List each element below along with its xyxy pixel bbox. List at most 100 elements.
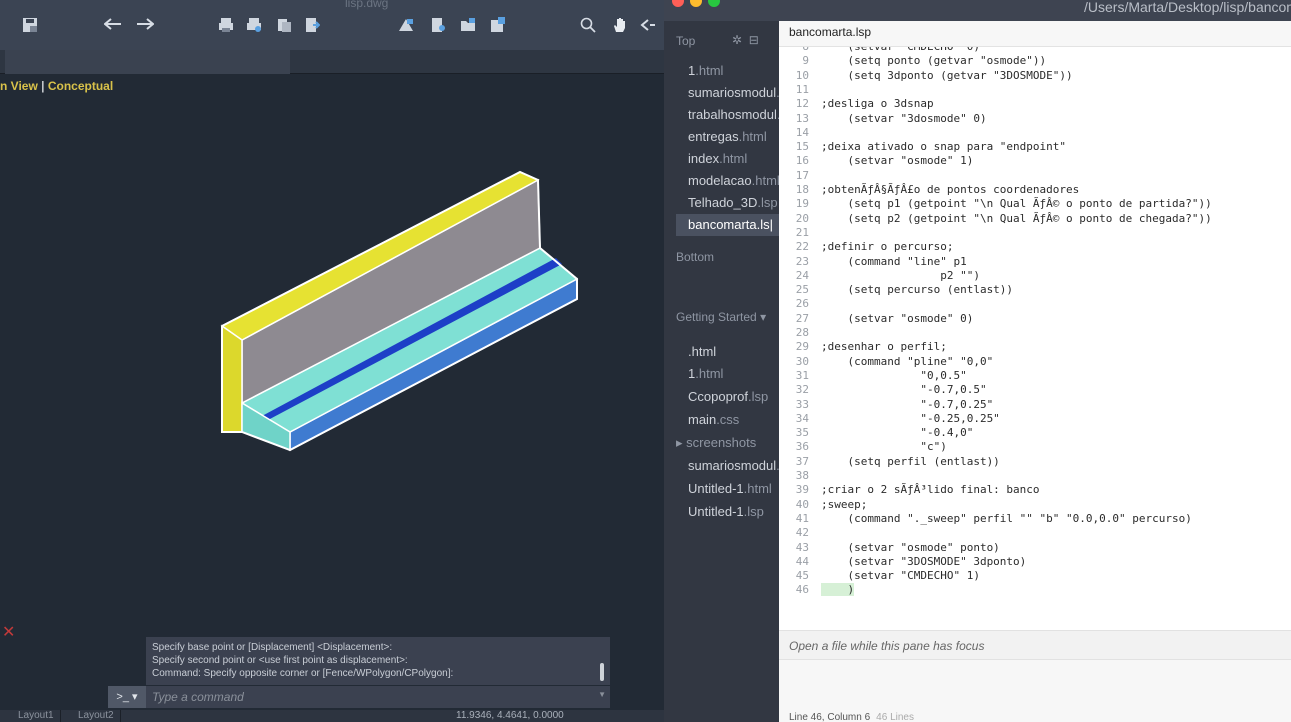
code-text: ;definir o percurso; xyxy=(821,240,954,254)
code-line[interactable]: 33 "-0.7,0.25" xyxy=(779,398,1291,411)
line-number: 34 xyxy=(795,411,809,425)
sidebar-item-file[interactable]: Telhado_3D.lsp xyxy=(688,195,779,210)
code-line[interactable]: 27 (setvar "osmode" 0) xyxy=(779,312,1291,325)
gear-icon[interactable]: ✲ xyxy=(732,33,742,47)
line-number: 39 xyxy=(795,483,809,497)
code-line[interactable]: 14 xyxy=(779,126,1291,139)
code-line[interactable]: 21 xyxy=(779,226,1291,239)
cursor-position[interactable]: Line 46, Column 6 xyxy=(789,712,870,722)
model-viewport[interactable]: n View | Conceptual ✕ xyxy=(0,74,664,700)
sidebar-folder[interactable]: ▸ screenshots xyxy=(676,435,767,451)
sidebar-item-file[interactable]: 1.html xyxy=(688,63,779,78)
pan-icon[interactable] xyxy=(612,17,628,35)
code-line[interactable]: 40 ;sweep; xyxy=(779,498,1291,511)
undo-icon[interactable] xyxy=(103,17,122,35)
line-number: 22 xyxy=(795,240,809,254)
code-line[interactable]: 23 (command "line" p1 xyxy=(779,255,1291,268)
code-line[interactable]: 10 (setq 3dponto (getvar "3DOSMODE")) xyxy=(779,69,1291,82)
sidebar-item-file[interactable]: 1.html xyxy=(688,366,779,381)
code-line[interactable]: 16 (setvar "osmode" 1) xyxy=(779,154,1291,167)
sidebar-item-file[interactable]: Untitled-1.lsp xyxy=(688,504,779,519)
code-line[interactable]: 46 ) xyxy=(779,583,1291,597)
bench-3d-model[interactable] xyxy=(0,74,664,700)
code-line[interactable]: 11 xyxy=(779,83,1291,96)
code-line[interactable]: 32 "-0.7,0.5" xyxy=(779,383,1291,396)
save-icon[interactable] xyxy=(22,17,38,35)
orbit-icon[interactable] xyxy=(640,17,656,35)
wall-end-face xyxy=(221,324,243,433)
code-line[interactable]: 45 (setvar "CMDECHO" 1) xyxy=(779,569,1291,582)
search-icon[interactable] xyxy=(580,17,596,35)
command-line: >_ ▾ ▼ xyxy=(108,686,610,708)
command-history: Specify base point or [Displacement] <Di… xyxy=(146,637,610,685)
code-line[interactable]: 42 xyxy=(779,526,1291,539)
code-line[interactable]: 29 ;desenhar o perfil; xyxy=(779,340,1291,353)
code-text: (setvar "CMDECHO" 0) xyxy=(821,47,979,53)
code-line[interactable]: 37 (setq perfil (entlast)) xyxy=(779,455,1291,468)
code-line[interactable]: 43 (setvar "osmode" ponto) xyxy=(779,541,1291,554)
code-line[interactable]: 26 xyxy=(779,297,1291,310)
code-line[interactable]: 19 (setq p1 (getpoint "\n Qual ÃƒÂ© o po… xyxy=(779,197,1291,210)
command-prompt-button[interactable]: >_ ▾ xyxy=(108,686,146,708)
drawing-tab[interactable] xyxy=(5,50,290,74)
code-line[interactable]: 28 xyxy=(779,326,1291,339)
tab-bancomarta-lsp[interactable]: bancomarta.lsp xyxy=(789,25,871,39)
command-history-scrollbar[interactable] xyxy=(600,663,604,681)
layout-tab[interactable]: Layout1 xyxy=(12,710,61,722)
export-icon[interactable] xyxy=(304,17,321,35)
getting-started-label: Getting Started xyxy=(676,310,757,324)
plot-icon[interactable] xyxy=(218,17,234,35)
code-line[interactable]: 20 (setq p2 (getpoint "\n Qual ÃƒÂ© o po… xyxy=(779,212,1291,225)
code-line[interactable]: 39 ;criar o 2 sÃƒÂ³lido final: banco xyxy=(779,483,1291,496)
layout-tab[interactable]: Layout2 xyxy=(72,710,121,722)
code-line[interactable]: 30 (command "pline" "0,0" xyxy=(779,355,1291,368)
code-line[interactable]: 25 (setq percurso (entlast)) xyxy=(779,283,1291,296)
sidebar-item-file[interactable]: modelacao.html xyxy=(688,173,779,188)
command-dropdown-icon[interactable]: ▼ xyxy=(598,690,606,699)
sidebar-item-file[interactable]: trabalhosmodul. xyxy=(688,107,779,122)
sidebar-header-getting-started[interactable]: Getting Started ▾ xyxy=(676,310,766,324)
code-line[interactable]: 41 (command "._sweep" perfil "" "b" "0.0… xyxy=(779,512,1291,525)
code-line[interactable]: 12 ;desliga o 3dsnap xyxy=(779,97,1291,110)
code-line[interactable]: 18 ;obtenÃƒÂ§ÃƒÂ£o de pontos coordenadore… xyxy=(779,183,1291,196)
save-as-icon[interactable] xyxy=(490,17,506,35)
code-line[interactable]: 15 ;deixa ativado o snap para "endpoint" xyxy=(779,140,1291,153)
sidebar-item-file[interactable]: sumariosmodul.h xyxy=(688,458,779,473)
code-line[interactable]: 24 p2 "") xyxy=(779,269,1291,282)
zoom-icon[interactable] xyxy=(708,0,720,7)
sidebar-item-file[interactable]: entregas.html xyxy=(688,129,779,144)
redo-icon[interactable] xyxy=(136,17,155,35)
line-number: 19 xyxy=(795,197,809,211)
code-line[interactable]: 9 (setq ponto (getvar "osmode")) xyxy=(779,54,1291,67)
sidebar-item-file[interactable]: main.css xyxy=(688,412,779,427)
code-line[interactable]: 13 (setvar "3dosmode" 0) xyxy=(779,112,1291,125)
sidebar-item-file[interactable]: index.html xyxy=(688,151,779,166)
sidebar-item-file[interactable]: Ccopoprof.lsp xyxy=(688,389,779,404)
line-number: 23 xyxy=(795,254,809,268)
batch-plot-icon[interactable] xyxy=(246,17,262,35)
close-icon[interactable] xyxy=(672,0,684,7)
code-text: (command "line" p1 xyxy=(821,254,967,268)
command-input[interactable] xyxy=(152,689,592,705)
code-line[interactable]: 31 "0,0.5" xyxy=(779,369,1291,382)
code-line[interactable]: 35 "-0.4,0" xyxy=(779,426,1291,439)
attach-icon[interactable] xyxy=(430,17,446,35)
publish-icon[interactable] xyxy=(276,17,292,35)
sidebar-item-file[interactable]: sumariosmodul. xyxy=(688,85,779,100)
sidebar-item-file[interactable]: .html xyxy=(688,344,779,359)
code-line[interactable]: 8 (setvar "CMDECHO" 0) xyxy=(779,47,1291,53)
code-line[interactable]: 22 ;definir o percurso; xyxy=(779,240,1291,253)
file-ext: .css xyxy=(716,412,740,427)
code-line[interactable]: 44 (setvar "3DOSMODE" 3dponto) xyxy=(779,555,1291,568)
code-line[interactable]: 17 xyxy=(779,169,1291,182)
folder-icon[interactable] xyxy=(460,17,476,35)
code-line[interactable]: 38 xyxy=(779,469,1291,482)
code-line[interactable]: 34 "-0.25,0.25" xyxy=(779,412,1291,425)
code-line[interactable]: 36 "c") xyxy=(779,440,1291,453)
sidebar-item-active-file[interactable]: bancomarta.ls| xyxy=(676,214,779,236)
import-icon[interactable] xyxy=(398,17,414,35)
code-editor[interactable]: 8 (setvar "CMDECHO" 0)9 (setq ponto (get… xyxy=(779,47,1291,651)
sidebar-item-file[interactable]: Untitled-1.html xyxy=(688,481,779,496)
minimize-icon[interactable] xyxy=(690,0,702,7)
split-icon[interactable]: ⊟ xyxy=(749,33,759,47)
